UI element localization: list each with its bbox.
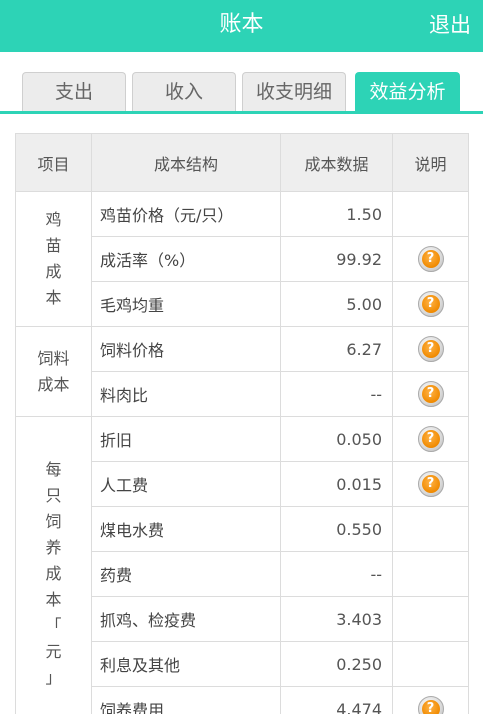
question-mark: ? [421,385,440,403]
group-label: 鸡 苗 成 本 [15,191,92,327]
cost-item-name: 毛鸡均重 [91,281,281,327]
cost-item-name: 煤电水费 [91,506,281,552]
cost-item-name: 抓鸡、检疫费 [91,596,281,642]
cost-item-value: 5.00 [280,281,393,327]
note-cell [392,191,469,237]
cost-item-value: 0.050 [280,416,393,462]
cost-table: 项目 成本结构 成本数据 说明 鸡 苗 成 本鸡苗价格（元/只） 1.50 成活率（… [15,133,469,714]
tab-expense[interactable]: 支出 [22,72,126,112]
cost-item-value: 99.92 [280,236,393,282]
question-mark: ? [421,250,440,268]
tab-benefit-analysis[interactable]: 效益分析 [355,72,460,112]
note-cell [392,506,469,552]
cost-item-name: 药费 [91,551,281,597]
cost-item-name: 料肉比 [91,371,281,417]
page-title: 账本 [219,12,264,37]
table-header-row: 项目 成本结构 成本数据 说明 [15,133,469,192]
cost-item-name: 折旧 [91,416,281,462]
question-mark: ? [421,430,440,448]
cost-item-value: 4.474 [280,686,393,714]
table-row: 每 只 饲 养 成 本 「 元 」折旧 0.050? [15,416,469,714]
question-icon[interactable]: ? [417,471,444,497]
question-icon[interactable]: ? [417,381,444,407]
note-cell [392,551,469,597]
question-mark: ? [421,295,440,313]
column-header-data: 成本数据 [280,133,393,192]
column-header-structure: 成本结构 [91,133,281,192]
note-cell: ? [392,371,469,417]
question-mark: ? [421,475,440,493]
note-cell [392,596,469,642]
question-mark: ? [421,700,440,714]
cost-item-value: -- [280,371,393,417]
cost-item-name: 饲养费用 [91,686,281,714]
question-icon[interactable]: ? [417,696,444,714]
cost-item-value: 3.403 [280,596,393,642]
question-icon[interactable]: ? [417,336,444,362]
note-cell: ? [392,236,469,282]
table-row: 鸡 苗 成 本鸡苗价格（元/只） 1.50 [15,191,469,327]
question-icon[interactable]: ? [417,291,444,317]
cost-item-value: -- [280,551,393,597]
benefit-analysis-panel: 项目 成本结构 成本数据 说明 鸡 苗 成 本鸡苗价格（元/只） 1.50 成活率（… [0,114,483,714]
logout-button[interactable]: 退出 [429,0,471,52]
tab-income-expense-detail[interactable]: 收支明细 [242,72,346,112]
cost-item-value: 6.27 [280,326,393,372]
app-header: 账本 退出 [0,0,483,52]
cost-item-name: 鸡苗价格（元/只） [91,191,281,237]
cost-item-value: 1.50 [280,191,393,237]
cost-item-name: 成活率（%） [91,236,281,282]
cost-item-name: 人工费 [91,461,281,507]
question-icon[interactable]: ? [417,426,444,452]
cost-item-value: 0.015 [280,461,393,507]
note-cell: ? [392,281,469,327]
column-header-note: 说明 [392,133,469,192]
question-icon[interactable]: ? [417,246,444,272]
note-cell: ? [392,326,469,372]
group-label: 每 只 饲 养 成 本 「 元 」 [15,416,92,714]
column-header-item: 项目 [15,133,92,192]
note-cell: ? [392,416,469,462]
question-mark: ? [421,340,440,358]
cost-item-value: 0.250 [280,641,393,687]
note-cell: ? [392,686,469,714]
group-label: 饲料 成本 [15,326,92,417]
table-row: 饲料 成本 饲料价格 6.27? [15,326,469,417]
note-cell: ? [392,461,469,507]
tab-bar: 支出 收入 收支明细 效益分析 [0,52,483,114]
cost-item-value: 0.550 [280,506,393,552]
cost-item-name: 饲料价格 [91,326,281,372]
tab-income[interactable]: 收入 [132,72,236,112]
note-cell [392,641,469,687]
cost-item-name: 利息及其他 [91,641,281,687]
